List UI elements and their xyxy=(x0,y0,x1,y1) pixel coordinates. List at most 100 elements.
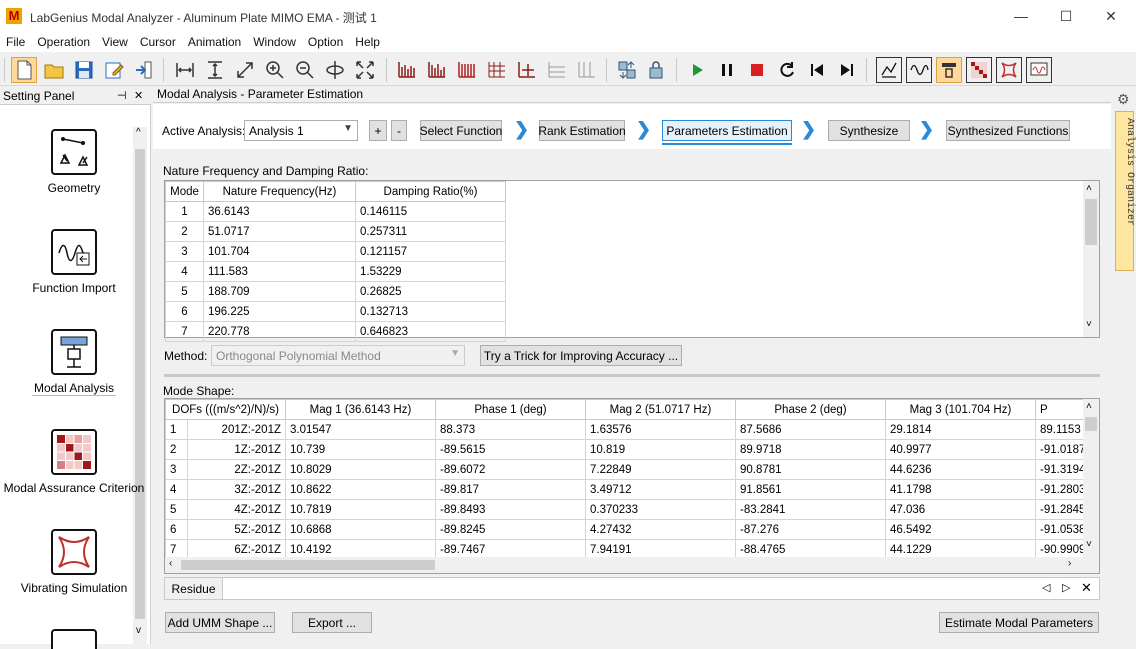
ms-cell-mag3[interactable]: 44.6236 xyxy=(885,459,1036,480)
gear-icon[interactable]: ⚙ xyxy=(1117,91,1130,108)
ms-scrollbar-vertical[interactable]: ˄ ˅ xyxy=(1083,399,1099,557)
step-synthesized-functions-button[interactable]: Synthesized Functions xyxy=(946,120,1070,141)
nf-cell-damping[interactable]: 0.121157 xyxy=(355,241,506,262)
ms-cell-mag3[interactable]: 41.1798 xyxy=(885,479,1036,500)
ms-cell-mag2[interactable]: 3.49712 xyxy=(585,479,736,500)
ms-cell-phase1[interactable]: -89.817 xyxy=(435,479,586,500)
remove-analysis-button[interactable]: - xyxy=(391,120,407,141)
stop-icon[interactable] xyxy=(744,57,770,83)
ms-cell-dof[interactable]: 201Z:-201Z xyxy=(187,419,286,440)
ms-cell-mag2[interactable]: 10.819 xyxy=(585,439,736,460)
ms-header-mag1[interactable]: Mag 1 (36.6143 Hz) xyxy=(285,399,436,420)
grid-chart-3-icon[interactable] xyxy=(454,57,480,83)
save-icon[interactable] xyxy=(71,57,97,83)
ms-cell-index[interactable]: 4 xyxy=(165,479,188,500)
nf-cell-frequency[interactable]: 188.709 xyxy=(203,281,356,302)
fit-diagonal-icon[interactable] xyxy=(232,57,258,83)
maximize-button[interactable]: ☐ xyxy=(1043,0,1089,32)
function-view-icon[interactable] xyxy=(906,57,932,83)
scroll-left-icon[interactable]: ‹ xyxy=(169,558,172,569)
nf-cell-frequency[interactable]: 220.778 xyxy=(203,321,356,342)
nf-cell-damping[interactable]: 0.132713 xyxy=(355,301,506,322)
menu-operation[interactable]: Operation xyxy=(31,35,96,49)
ms-cell-index[interactable]: 6 xyxy=(165,519,188,540)
ms-cell-phase1[interactable]: -89.5615 xyxy=(435,439,586,460)
zoom-out-icon[interactable] xyxy=(292,57,318,83)
menu-animation[interactable]: Animation xyxy=(182,35,247,49)
scroll-down-icon[interactable]: ˅ xyxy=(1086,539,1092,550)
modal-analysis-view-icon[interactable] xyxy=(936,57,962,83)
ms-cell-mag1[interactable]: 3.01547 xyxy=(285,419,436,440)
ms-header-mag2[interactable]: Mag 2 (51.0717 Hz) xyxy=(585,399,736,420)
menu-view[interactable]: View xyxy=(96,35,134,49)
swap-icon[interactable] xyxy=(614,57,640,83)
nf-cell-frequency[interactable]: 196.225 xyxy=(203,301,356,322)
ms-cell-index[interactable]: 1 xyxy=(165,419,188,440)
nf-cell-mode[interactable]: 2 xyxy=(165,221,204,242)
ms-header-phase1[interactable]: Phase 1 (deg) xyxy=(435,399,586,420)
mode-shape-row[interactable]: 4 3Z:-201Z 10.8622 -89.817 3.49712 91.8561 41.… xyxy=(165,479,1099,500)
ms-cell-mag1[interactable]: 10.8622 xyxy=(285,479,436,500)
nf-table-row[interactable]: 4 111.583 1.53229 xyxy=(165,261,506,282)
panel-item-next[interactable] xyxy=(0,629,148,649)
grid-chart-4-icon[interactable] xyxy=(484,57,510,83)
tab-close-icon[interactable]: ✕ xyxy=(1081,580,1092,596)
rotate-icon[interactable] xyxy=(322,57,348,83)
ms-cell-mag1[interactable]: 10.739 xyxy=(285,439,436,460)
nf-cell-frequency[interactable]: 111.583 xyxy=(203,261,356,282)
splitter[interactable] xyxy=(164,374,1100,377)
panel-item-function-import[interactable]: Function Import xyxy=(0,229,148,295)
ms-header-mag3[interactable]: Mag 3 (101.704 Hz) xyxy=(885,399,1036,420)
ms-cell-mag3[interactable]: 40.9977 xyxy=(885,439,1036,460)
ms-cell-mag3[interactable]: 29.1814 xyxy=(885,419,1036,440)
scroll-right-icon[interactable]: › xyxy=(1068,558,1071,569)
scroll-down-icon[interactable]: ˅ xyxy=(1086,319,1092,330)
grid-chart-2-icon[interactable] xyxy=(424,57,450,83)
ms-cell-dof[interactable]: 4Z:-201Z xyxy=(187,499,286,520)
nf-cell-damping[interactable]: 1.53229 xyxy=(355,261,506,282)
scroll-up-icon[interactable]: ˄ xyxy=(1086,183,1092,194)
pause-icon[interactable] xyxy=(714,57,740,83)
nf-cell-mode[interactable]: 1 xyxy=(165,201,204,222)
mode-shape-row[interactable]: 6 5Z:-201Z 10.6868 -89.8245 4.27432 -87.276 46… xyxy=(165,519,1099,540)
try-trick-button[interactable]: Try a Trick for Improving Accuracy ... xyxy=(480,345,682,366)
play-icon[interactable] xyxy=(684,57,710,83)
ms-cell-phase2[interactable]: -87.276 xyxy=(735,519,886,540)
nf-table-row[interactable]: 2 51.0717 0.257311 xyxy=(165,221,506,242)
nf-header-damping[interactable]: Damping Ratio(%) xyxy=(355,181,506,202)
step-synthesize-button[interactable]: Synthesize xyxy=(828,120,910,141)
mac-view-icon[interactable] xyxy=(966,57,992,83)
grid-chart-6-icon[interactable] xyxy=(544,57,570,83)
ms-cell-phase2[interactable]: 90.8781 xyxy=(735,459,886,480)
vibration-view-icon[interactable] xyxy=(996,57,1022,83)
export-button[interactable]: Export ... xyxy=(292,612,372,633)
nf-table-row[interactable]: 7 220.778 0.646823 xyxy=(165,321,506,342)
ms-cell-mag3[interactable]: 46.5492 xyxy=(885,519,1036,540)
nf-cell-frequency[interactable]: 51.0717 xyxy=(203,221,356,242)
fit-horizontal-icon[interactable] xyxy=(172,57,198,83)
nf-scrollbar[interactable]: ˄ ˅ xyxy=(1083,181,1099,337)
mode-shape-row[interactable]: 3 2Z:-201Z 10.8029 -89.6072 7.22849 90.8781 44… xyxy=(165,459,1099,480)
menu-file[interactable]: File xyxy=(0,35,31,49)
nf-cell-damping[interactable]: 0.146115 xyxy=(355,201,506,222)
fit-vertical-icon[interactable] xyxy=(202,57,228,83)
add-analysis-button[interactable]: + xyxy=(369,120,387,141)
ms-cell-mag1[interactable]: 10.8029 xyxy=(285,459,436,480)
method-select[interactable]: Orthogonal Polynomial Method ▼ xyxy=(211,345,465,366)
tab-left-icon[interactable]: ◁ xyxy=(1042,581,1050,594)
ms-cell-index[interactable]: 2 xyxy=(165,439,188,460)
nf-table-row[interactable]: 3 101.704 0.121157 xyxy=(165,241,506,262)
nf-cell-mode[interactable]: 6 xyxy=(165,301,204,322)
nf-cell-frequency[interactable]: 36.6143 xyxy=(203,201,356,222)
ms-cell-phase1[interactable]: -89.8493 xyxy=(435,499,586,520)
pin-icon[interactable]: ⊣ xyxy=(117,89,127,102)
open-folder-icon[interactable] xyxy=(41,57,67,83)
edit-icon[interactable] xyxy=(101,57,127,83)
ms-cell-mag2[interactable]: 7.22849 xyxy=(585,459,736,480)
ms-cell-phase2[interactable]: 87.5686 xyxy=(735,419,886,440)
new-file-icon[interactable] xyxy=(11,57,37,83)
nf-cell-damping[interactable]: 0.26825 xyxy=(355,281,506,302)
ms-cell-mag1[interactable]: 10.6868 xyxy=(285,519,436,540)
grid-chart-7-icon[interactable] xyxy=(574,57,600,83)
skip-back-icon[interactable] xyxy=(804,57,830,83)
